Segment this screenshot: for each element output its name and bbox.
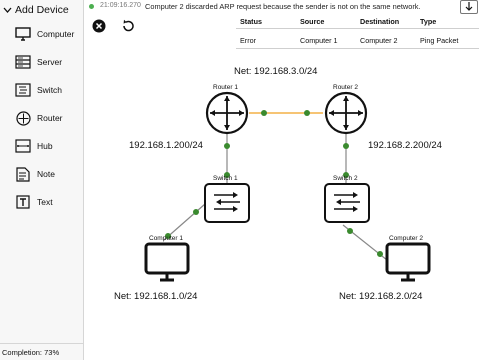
device-label-computer2: Computer 2	[389, 235, 423, 242]
device-label-router1: Router 1	[213, 84, 238, 91]
net-label-right: Net: 192.168.2.0/24	[339, 291, 423, 302]
net-label-top: Net: 192.168.3.0/24	[234, 66, 318, 77]
device-label-computer1: Computer 1	[149, 235, 183, 242]
net-label-left: Net: 192.168.1.0/24	[114, 291, 198, 302]
router-1[interactable]	[205, 91, 249, 135]
computer-2[interactable]	[385, 242, 431, 282]
device-label-switch2: Switch 2	[333, 175, 358, 182]
switch-2[interactable]	[324, 183, 370, 223]
ip-label-left: 192.168.1.200/24	[129, 140, 203, 151]
device-label-router2: Router 2	[333, 84, 358, 91]
ip-label-right: 192.168.2.200/24	[368, 140, 442, 151]
computer-1[interactable]	[144, 242, 190, 282]
network-diagram	[144, 91, 431, 282]
device-label-switch1: Switch 1	[213, 175, 238, 182]
switch-1[interactable]	[204, 183, 250, 223]
router-2[interactable]	[324, 91, 368, 135]
